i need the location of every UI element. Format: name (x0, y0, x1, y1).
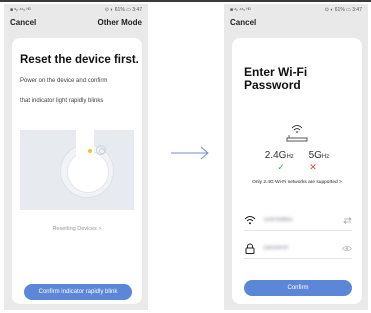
cross-icon: ✕ (309, 162, 317, 172)
top-rule (0, 0, 371, 2)
wifi-card: Enter Wi-Fi Password 2.4GHz 5GHz ✓ ✕ Onl… (232, 38, 362, 304)
title-line-2: Password (244, 78, 301, 92)
right-arrow-icon (171, 146, 209, 160)
router-icon (286, 125, 308, 142)
device-illustration (20, 130, 134, 210)
cancel-link[interactable]: Cancel (230, 18, 256, 27)
band-5ghz: 5GHz (308, 150, 330, 161)
band-2-4ghz: 2.4GHz (264, 150, 294, 161)
lock-icon (245, 243, 255, 254)
password-value: password (264, 245, 288, 251)
check-icon: ✓ (277, 162, 285, 172)
reset-screen: ■ ᵃᵢₗ ⁴⁶ₗₗ ᴴᴰ ⊙ ◐ 61% ▭ 3:47 Cancel Othe… (4, 4, 148, 310)
swap-icon[interactable] (343, 217, 352, 224)
nav-bar: Cancel (230, 18, 362, 30)
wifi-name-field[interactable]: ssid-hidden (244, 214, 352, 231)
status-left: ■ ᵃᵢₗ ⁴⁶ₗₗ ᴴᴰ (230, 7, 251, 13)
confirm-blink-button[interactable]: Confirm indicator rapidly blink (24, 284, 132, 300)
cancel-link[interactable]: Cancel (10, 18, 36, 27)
resetting-devices-link[interactable]: Resetting Devices > (12, 226, 142, 232)
supported-networks-link[interactable]: Only 2.4G Wi-Fi networks are supported > (232, 180, 362, 185)
page-title: Enter Wi-Fi Password (244, 66, 307, 92)
status-right: ⊙ ◐ 61% ▭ 3:47 (324, 7, 362, 13)
instruction-line-1: Power on the device and confirm (20, 78, 108, 84)
wifi-name-value: ssid-hidden (264, 217, 293, 223)
confirm-button[interactable]: Confirm (244, 280, 352, 296)
status-bar: ■ ᵃᵢₗ ⁴⁶ₗₗ ᴴᴰ ⊙ ◐ 61% ▭ 3:47 (10, 7, 142, 15)
status-left: ■ ᵃᵢₗ ⁴⁶ₗₗ ᴴᴰ (10, 7, 31, 13)
wifi-icon (244, 216, 256, 225)
power-button-icon (96, 145, 106, 155)
other-mode-link[interactable]: Other Mode (98, 18, 142, 27)
eye-icon[interactable] (342, 245, 352, 252)
reset-card: Reset the device first. Power on the dev… (12, 38, 142, 304)
status-right: ⊙ ◐ 61% ▭ 3:47 (104, 7, 142, 13)
band-support-marks: ✓ ✕ (232, 162, 362, 173)
device-panel (76, 130, 106, 172)
page-title: Reset the device first. (20, 54, 139, 66)
status-bar: ■ ᵃᵢₗ ⁴⁶ₗₗ ᴴᴰ ⊙ ◐ 61% ▭ 3:47 (230, 7, 362, 15)
indicator-light (88, 149, 92, 153)
band-labels: 2.4GHz 5GHz (232, 150, 362, 161)
instruction-line-2: that indicator light rapidly blinks (20, 98, 104, 104)
nav-bar: Cancel Other Mode (10, 18, 142, 30)
wifi-screen: ■ ᵃᵢₗ ⁴⁶ₗₗ ᴴᴰ ⊙ ◐ 61% ▭ 3:47 Cancel Ente… (224, 4, 368, 310)
password-field[interactable]: password (244, 242, 352, 259)
